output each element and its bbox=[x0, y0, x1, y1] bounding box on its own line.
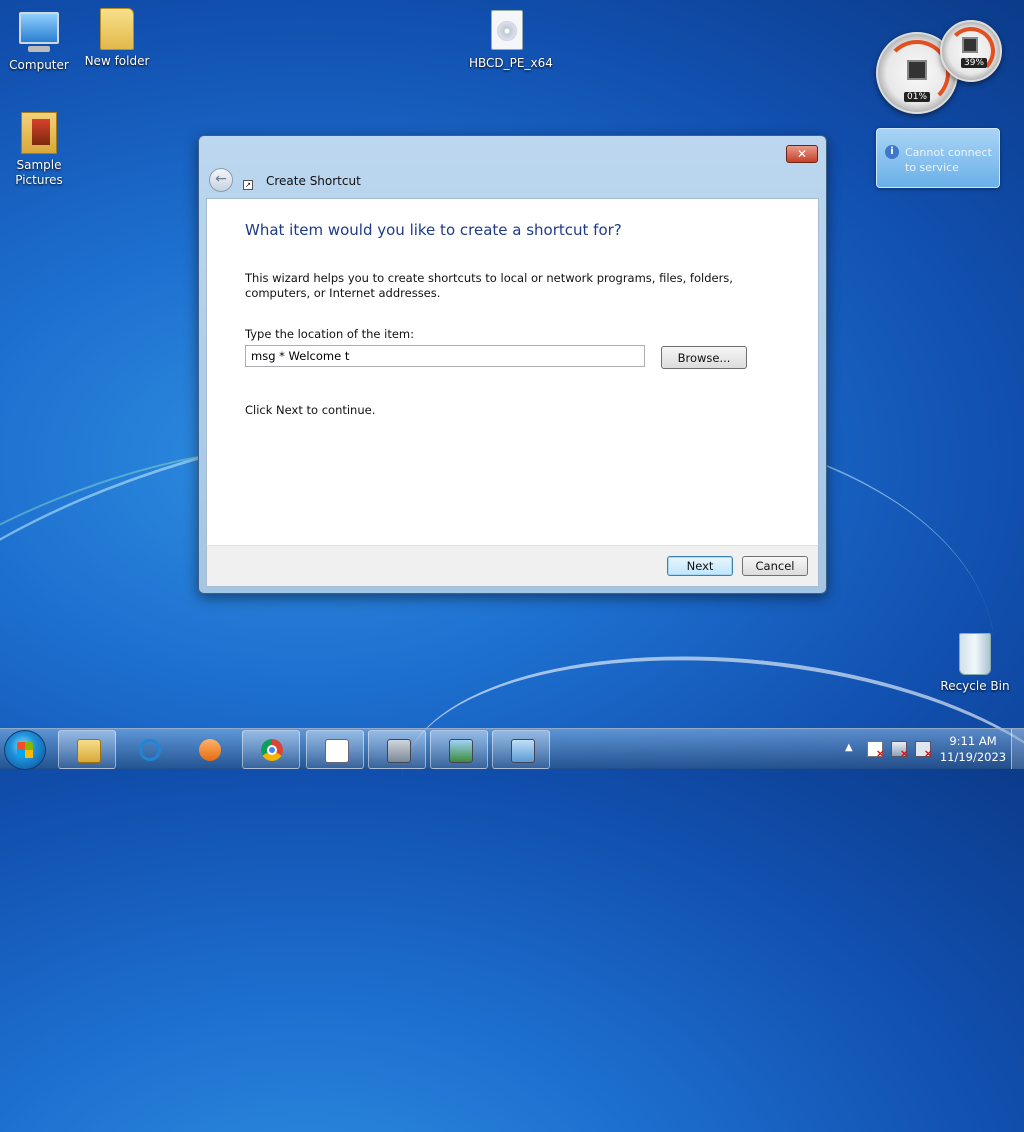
cpu-chip-icon bbox=[907, 60, 927, 80]
wizard-content: What item would you like to create a sho… bbox=[206, 198, 819, 546]
disc-image-icon bbox=[486, 10, 528, 52]
dialog-title: Create Shortcut bbox=[266, 174, 361, 188]
create-shortcut-dialog: ✕ ← ↗ Create Shortcut What item would yo… bbox=[198, 135, 827, 594]
memory-chip-icon bbox=[962, 37, 978, 53]
desktop-icon-label: New folder bbox=[84, 54, 150, 68]
browse-button[interactable]: Browse... bbox=[661, 346, 747, 369]
show-desktop-button[interactable] bbox=[1011, 729, 1024, 769]
recycle-bin-icon bbox=[954, 633, 996, 675]
chrome-icon bbox=[261, 739, 283, 761]
desktop-icon-computer[interactable]: Computer bbox=[1, 10, 77, 72]
service-message: to service bbox=[905, 161, 959, 174]
location-input[interactable] bbox=[245, 345, 645, 367]
keyboard-icon bbox=[387, 739, 411, 763]
desktop-icon-label: Recycle Bin bbox=[940, 679, 1010, 693]
explorer-icon bbox=[77, 739, 101, 763]
wizard-description: This wizard helps you to create shortcut… bbox=[245, 271, 733, 300]
close-button[interactable]: ✕ bbox=[786, 145, 818, 163]
taskbar-control-panel[interactable] bbox=[492, 730, 550, 769]
back-arrow-icon: ← bbox=[215, 171, 227, 187]
internet-explorer-icon bbox=[139, 739, 161, 761]
memory-meter-gadget[interactable]: 39% bbox=[940, 20, 1002, 82]
desktop-icon-sample-pictures[interactable]: Sample Pictures bbox=[1, 112, 77, 188]
wizard-footer: Next Cancel bbox=[206, 545, 819, 587]
windows-logo-icon bbox=[17, 742, 33, 758]
clock-time: 9:11 AM bbox=[949, 734, 997, 748]
computer-icon bbox=[18, 12, 60, 54]
memory-percent: 39% bbox=[961, 58, 988, 68]
continue-instruction: Click Next to continue. bbox=[245, 403, 376, 417]
desktop-icon-label: Computer bbox=[9, 58, 69, 72]
taskbar: ▲ 9:11 AM 11/19/2023 bbox=[0, 728, 1024, 770]
taskbar-photo-viewer[interactable] bbox=[430, 730, 488, 769]
desktop-icon-label: Pictures bbox=[15, 173, 63, 187]
folder-icon bbox=[96, 8, 138, 50]
back-button[interactable]: ← bbox=[209, 168, 233, 192]
volume-icon[interactable] bbox=[915, 741, 933, 760]
shortcut-icon: ↗ bbox=[243, 180, 253, 190]
photo-viewer-icon bbox=[449, 739, 473, 763]
taskbar-chrome[interactable] bbox=[242, 730, 300, 769]
desktop-icon-label: HBCD_PE_x64 bbox=[469, 56, 553, 70]
taskbar-keyboard[interactable] bbox=[368, 730, 426, 769]
clock[interactable]: 9:11 AM 11/19/2023 bbox=[936, 733, 1010, 765]
taskbar-wordpad[interactable] bbox=[306, 730, 364, 769]
desktop-icon-label: Sample bbox=[16, 158, 62, 172]
desktop-icon-new-folder[interactable]: New folder bbox=[79, 8, 155, 68]
start-button[interactable] bbox=[4, 730, 46, 770]
next-button[interactable]: Next bbox=[667, 556, 733, 576]
wordpad-icon bbox=[325, 739, 349, 763]
taskbar-internet-explorer[interactable] bbox=[120, 730, 178, 769]
show-hidden-icons-button[interactable]: ▲ bbox=[845, 742, 853, 753]
desktop-icon-hbcd[interactable]: HBCD_PE_x64 bbox=[469, 10, 553, 70]
control-panel-icon bbox=[511, 739, 535, 763]
network-icon[interactable] bbox=[891, 741, 909, 760]
service-message: Cannot connect bbox=[905, 146, 992, 159]
pictures-folder-icon bbox=[18, 112, 60, 154]
wizard-heading: What item would you like to create a sho… bbox=[245, 221, 622, 239]
info-icon: i bbox=[885, 145, 899, 159]
clock-date: 11/19/2023 bbox=[939, 750, 1007, 764]
taskbar-explorer[interactable] bbox=[58, 730, 116, 769]
cancel-button[interactable]: Cancel bbox=[742, 556, 808, 576]
taskbar-media-player[interactable] bbox=[180, 730, 238, 769]
service-gadget[interactable]: i Cannot connect to service bbox=[876, 128, 1000, 188]
location-label: Type the location of the item: bbox=[245, 327, 415, 341]
media-player-icon bbox=[199, 739, 221, 761]
action-center-icon[interactable] bbox=[867, 741, 885, 760]
desktop-icon-recycle-bin[interactable]: Recycle Bin bbox=[937, 633, 1013, 693]
cpu-percent: 01% bbox=[904, 92, 931, 102]
